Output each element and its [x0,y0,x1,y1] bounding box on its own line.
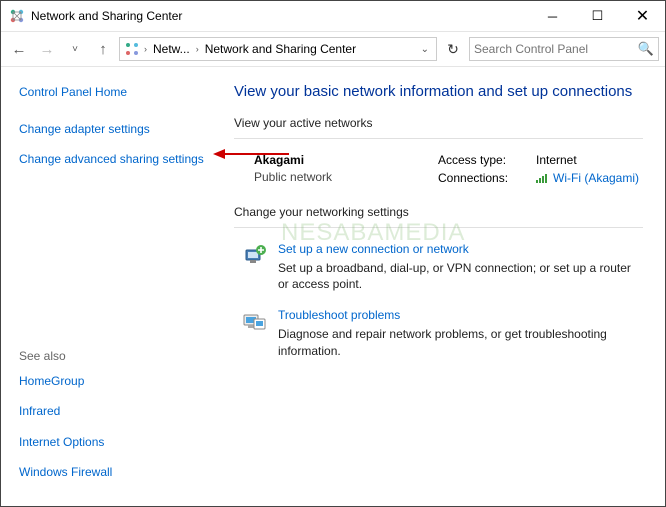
troubleshoot-desc: Diagnose and repair network problems, or… [278,326,643,358]
setup-connection-title: Set up a new connection or network [278,242,643,256]
close-button[interactable]: ✕ [620,2,665,31]
see-also-label: See also [19,349,214,363]
see-also-homegroup[interactable]: HomeGroup [19,373,214,389]
see-also-windows-firewall[interactable]: Windows Firewall [19,464,214,480]
change-advanced-sharing-link[interactable]: Change advanced sharing settings [19,151,214,167]
search-icon: 🔍 [638,41,654,57]
setup-connection-item[interactable]: Set up a new connection or network Set u… [234,242,643,292]
divider [234,227,643,228]
refresh-button[interactable]: ↻ [441,37,465,61]
connection-link[interactable]: Wi-Fi (Akagami) [536,171,639,185]
network-name: Akagami [254,153,438,167]
minimize-button[interactable]: ─ [530,2,575,31]
search-input[interactable] [474,42,638,56]
chevron-right-icon[interactable]: › [142,44,149,54]
sidebar: Control Panel Home Change adapter settin… [1,67,226,506]
change-settings-label: Change your networking settings [234,205,643,219]
address-bar[interactable]: › Netw... › Network and Sharing Center ⌄ [119,37,437,61]
forward-button[interactable]: → [35,37,59,61]
access-type-value: Internet [536,153,577,167]
page-heading: View your basic network information and … [234,83,643,100]
up-button[interactable]: ↑ [91,37,115,61]
network-center-icon [9,8,25,24]
troubleshoot-title: Troubleshoot problems [278,308,643,322]
access-type-label: Access type: [438,153,526,167]
active-networks-label: View your active networks [234,116,643,130]
divider [234,138,643,139]
content-pane: View your basic network information and … [226,67,665,506]
connections-label: Connections: [438,171,526,185]
setup-connection-icon [240,242,268,270]
troubleshoot-item[interactable]: Troubleshoot problems Diagnose and repai… [234,308,643,358]
maximize-button[interactable]: ☐ [575,2,620,31]
network-center-icon [124,41,140,57]
control-panel-home-link[interactable]: Control Panel Home [19,85,214,99]
see-also-infrared[interactable]: Infrared [19,403,214,419]
breadcrumb-current[interactable]: Network and Sharing Center [203,42,358,56]
setup-connection-desc: Set up a broadband, dial-up, or VPN conn… [278,260,643,292]
search-box[interactable]: 🔍 [469,37,659,61]
see-also-internet-options[interactable]: Internet Options [19,434,214,450]
titlebar: Network and Sharing Center ─ ☐ ✕ [1,1,665,31]
breadcrumb-network[interactable]: Netw... [151,42,192,56]
recent-locations-button[interactable]: ˅ [63,37,87,61]
wifi-signal-icon [536,173,550,183]
back-button[interactable]: ← [7,37,31,61]
window-title: Network and Sharing Center [31,9,530,23]
network-type: Public network [254,170,438,184]
address-dropdown[interactable]: ⌄ [418,44,432,55]
chevron-right-icon[interactable]: › [194,44,201,54]
change-adapter-settings-link[interactable]: Change adapter settings [19,121,214,137]
troubleshoot-icon [240,308,268,336]
active-network-row: Akagami Public network Access type: Inte… [234,153,643,189]
navigation-bar: ← → ˅ ↑ › Netw... › Network and Sharing … [1,31,665,67]
